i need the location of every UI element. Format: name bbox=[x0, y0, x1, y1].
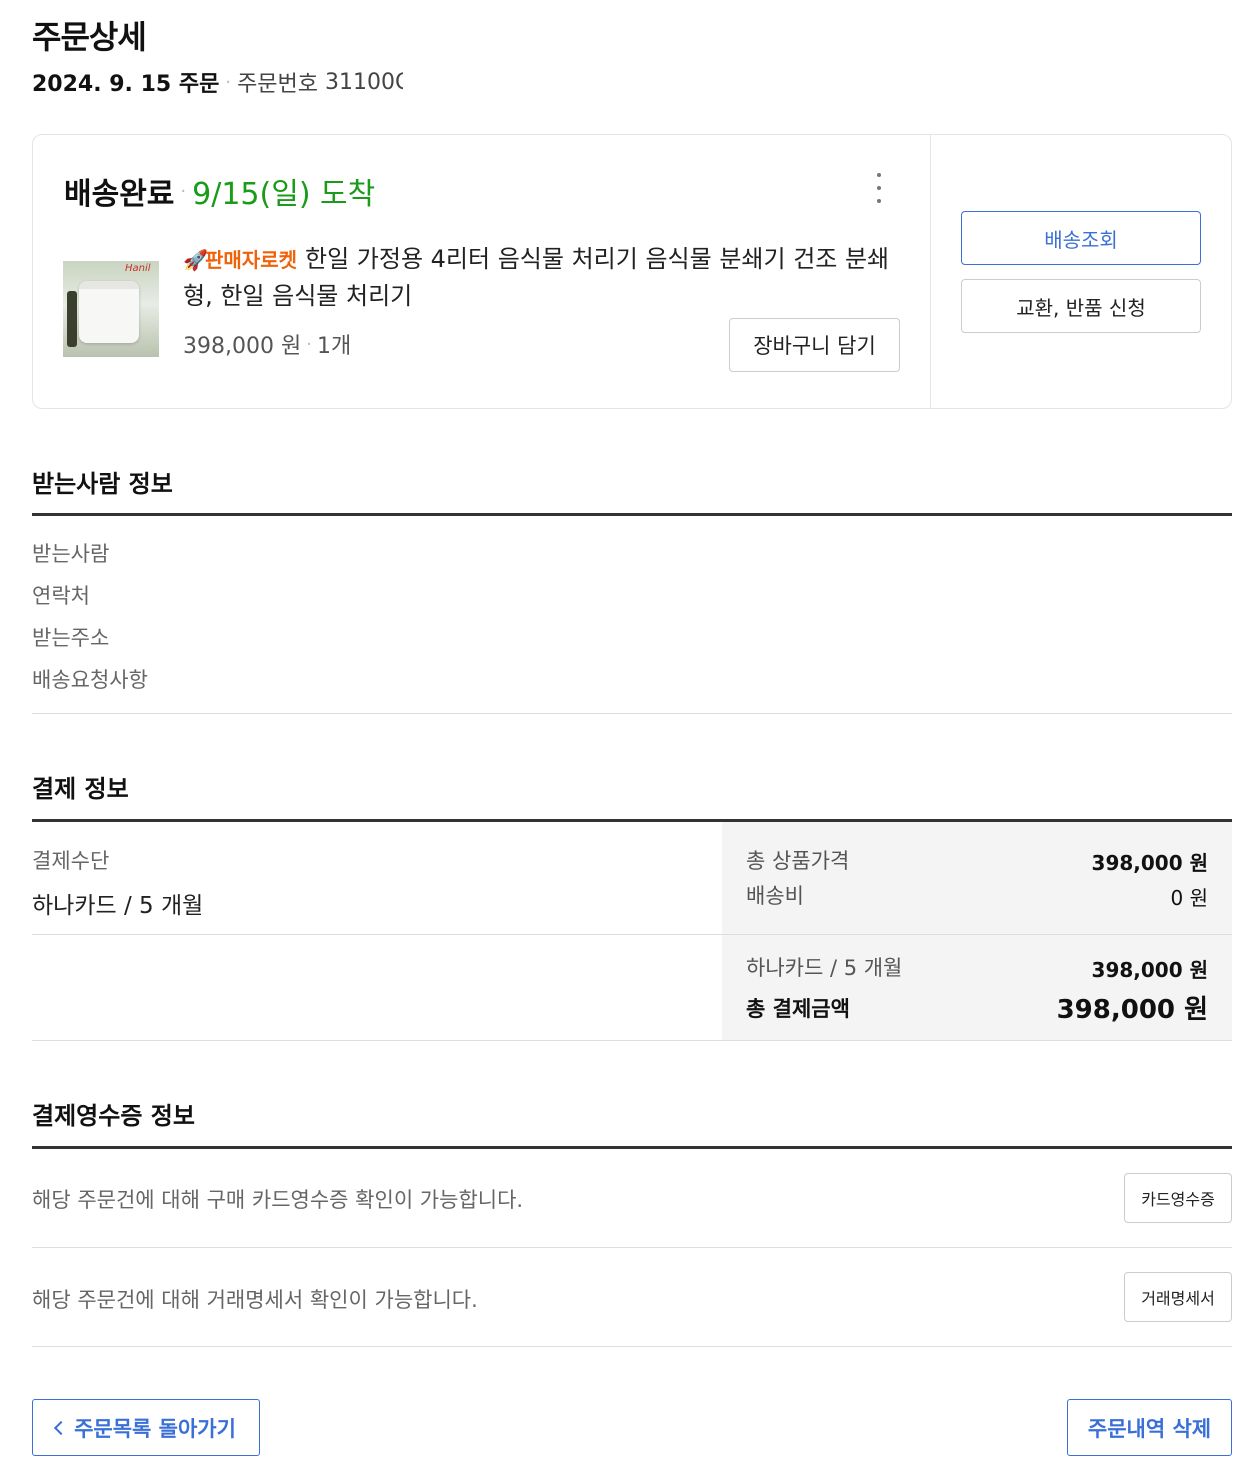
recipient-name-label: 받는사람 bbox=[32, 542, 110, 566]
page-title: 주문상세 bbox=[32, 18, 147, 56]
order-date: 2024. 9. 15 주문 bbox=[32, 72, 220, 97]
section-rule bbox=[32, 1146, 1232, 1149]
recipient-section-title: 받는사람 정보 bbox=[32, 470, 173, 498]
track-delivery-button[interactable]: 배송조회 bbox=[961, 211, 1201, 265]
shipping-fee-value: 0 원 bbox=[1170, 886, 1208, 910]
section-rule bbox=[32, 513, 1232, 516]
grand-total-label: 총 결제금액 bbox=[746, 997, 850, 1021]
card-payment-value: 398,000 원 bbox=[1091, 958, 1208, 982]
seller-rocket-badge: 🚀판매자로켓 bbox=[183, 248, 297, 272]
product-thumbnail[interactable]: Hanil bbox=[63, 261, 159, 357]
product-total-value: 398,000 원 bbox=[1091, 851, 1208, 875]
product-quantity: 1개 bbox=[316, 334, 352, 359]
section-divider bbox=[32, 1040, 1232, 1041]
chevron-left-icon bbox=[53, 1420, 69, 1435]
payment-method-label: 결제수단 bbox=[32, 849, 110, 873]
section-divider bbox=[32, 1346, 1232, 1347]
payment-divider bbox=[32, 934, 722, 935]
receipt-divider bbox=[32, 1247, 1232, 1248]
statement-text: 해당 주문건에 대해 거래명세서 확인이 가능합니다. bbox=[32, 1288, 478, 1312]
card-payment-label: 하나카드 / 5 개월 bbox=[746, 956, 903, 980]
summary-divider bbox=[722, 934, 1232, 935]
delivery-status-line: 배송완료 · 9/15(일) 도착 bbox=[64, 169, 375, 213]
recipient-address-label: 받는주소 bbox=[32, 626, 110, 650]
arrival-date: 9/15(일) 도착 bbox=[192, 177, 376, 212]
recipient-phone-label: 연락처 bbox=[32, 584, 90, 608]
add-to-cart-button[interactable]: 장바구니 담기 bbox=[729, 318, 900, 372]
product-price: 398,000 원 bbox=[183, 334, 302, 359]
back-to-orders-label: 주문목록 돌아가기 bbox=[74, 1416, 236, 1441]
payment-section-title: 결제 정보 bbox=[32, 775, 129, 803]
order-card-main: 배송완료 · 9/15(일) 도착 Hanil 🚀판매자로켓 한일 가정용 4리터… bbox=[33, 135, 931, 408]
exchange-return-button[interactable]: 교환, 반품 신청 bbox=[961, 279, 1201, 333]
section-divider bbox=[32, 713, 1232, 714]
card-receipt-text: 해당 주문건에 대해 구매 카드영수증 확인이 가능합니다. bbox=[32, 1188, 524, 1212]
order-card: 배송완료 · 9/15(일) 도착 Hanil 🚀판매자로켓 한일 가정용 4리터… bbox=[32, 134, 1232, 409]
order-number: 31100C bbox=[325, 69, 404, 95]
product-total-label: 총 상품가격 bbox=[746, 849, 850, 873]
product-name[interactable]: 🚀판매자로켓 한일 가정용 4리터 음식물 처리기 음식물 분쇄기 건조 분쇄형,… bbox=[183, 241, 903, 314]
separator-dot: · bbox=[306, 333, 312, 355]
receipt-section-title: 결제영수증 정보 bbox=[32, 1102, 195, 1130]
separator-dot: · bbox=[180, 180, 187, 202]
order-meta: 2024. 9. 15 주문 · 주문번호 31100C bbox=[32, 66, 403, 98]
back-to-orders-button[interactable]: 주문목록 돌아가기 bbox=[32, 1399, 260, 1456]
payment-summary: 총 상품가격 398,000 원 배송비 0 원 하나카드 / 5 개월 398… bbox=[722, 822, 1232, 1040]
card-receipt-button[interactable]: 카드영수증 bbox=[1124, 1173, 1232, 1223]
statement-button[interactable]: 거래명세서 bbox=[1124, 1272, 1232, 1322]
payment-method-value: 하나카드 / 5 개월 bbox=[32, 893, 204, 919]
order-number-label: 주문번호 bbox=[237, 72, 319, 97]
grand-total-value: 398,000 원 bbox=[1056, 995, 1208, 1025]
more-options-icon[interactable] bbox=[869, 173, 889, 203]
rocket-icon: 🚀 bbox=[183, 248, 208, 272]
separator-dot: · bbox=[225, 71, 232, 93]
brand-logo-icon: Hanil bbox=[125, 263, 151, 274]
delete-order-button[interactable]: 주문내역 삭제 bbox=[1067, 1399, 1232, 1456]
delivery-request-label: 배송요청사항 bbox=[32, 668, 148, 692]
delivery-status: 배송완료 bbox=[64, 177, 175, 212]
shipping-fee-label: 배송비 bbox=[746, 884, 804, 908]
price-line: 398,000 원 · 1개 bbox=[183, 328, 351, 360]
